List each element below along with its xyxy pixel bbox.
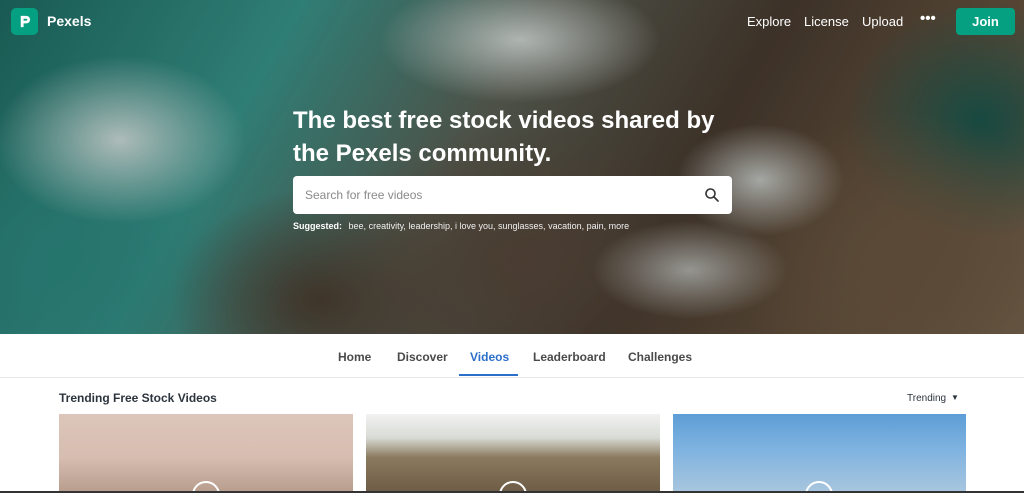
video-thumbnail-sky[interactable] — [673, 414, 966, 493]
nav-explore-link[interactable]: Explore — [747, 14, 791, 29]
suggested-item-bee[interactable]: bee, — [349, 221, 367, 231]
sort-dropdown[interactable]: Trending — [907, 393, 946, 404]
tab-home[interactable]: Home — [338, 350, 371, 364]
search-input[interactable] — [293, 176, 693, 214]
suggested-item-creativity[interactable]: creativity, — [369, 221, 406, 231]
active-tab-indicator — [459, 374, 518, 376]
nav-license-link[interactable]: License — [804, 14, 849, 29]
suggested-item-i-love-you[interactable]: i love you, — [455, 221, 496, 231]
hero-headline-line1: The best free stock videos shared by — [293, 107, 715, 134]
search-bar — [293, 176, 732, 214]
top-navigation: Pexels Explore License Upload ••• Join — [0, 0, 1024, 42]
suggested-item-pain[interactable]: pain, — [587, 221, 607, 231]
tab-discover[interactable]: Discover — [397, 350, 448, 364]
hero-headline: The best free stock videos shared by the… — [293, 104, 753, 170]
more-options-icon[interactable]: ••• — [920, 10, 936, 27]
search-icon[interactable] — [704, 187, 720, 203]
suggested-item-more[interactable]: more — [609, 221, 630, 231]
suggested-label: Suggested: — [293, 221, 343, 231]
hero-headline-line2: the Pexels community. — [293, 140, 552, 167]
video-thumbnail-city-haze[interactable] — [59, 414, 353, 493]
join-button[interactable]: Join — [956, 8, 1015, 35]
chevron-down-icon[interactable]: ▼ — [951, 393, 959, 402]
suggested-item-leadership[interactable]: leadership, — [408, 221, 452, 231]
tab-bar: Home Discover Videos Leaderboard Challen… — [0, 334, 1024, 378]
video-thumbnail-market-street[interactable] — [366, 414, 660, 493]
suggested-item-vacation[interactable]: vacation, — [548, 221, 584, 231]
tab-videos[interactable]: Videos — [470, 350, 509, 364]
page: Pexels Explore License Upload ••• Join T… — [0, 0, 1024, 493]
tab-leaderboard[interactable]: Leaderboard — [533, 350, 606, 364]
suggested-searches: Suggested: bee, creativity, leadership, … — [293, 221, 629, 231]
tab-challenges[interactable]: Challenges — [628, 350, 692, 364]
brand-name[interactable]: Pexels — [47, 13, 91, 29]
pexels-logo-icon[interactable] — [11, 8, 38, 35]
nav-upload-link[interactable]: Upload — [862, 14, 903, 29]
section-title: Trending Free Stock Videos — [59, 391, 217, 405]
suggested-item-sunglasses[interactable]: sunglasses, — [498, 221, 546, 231]
